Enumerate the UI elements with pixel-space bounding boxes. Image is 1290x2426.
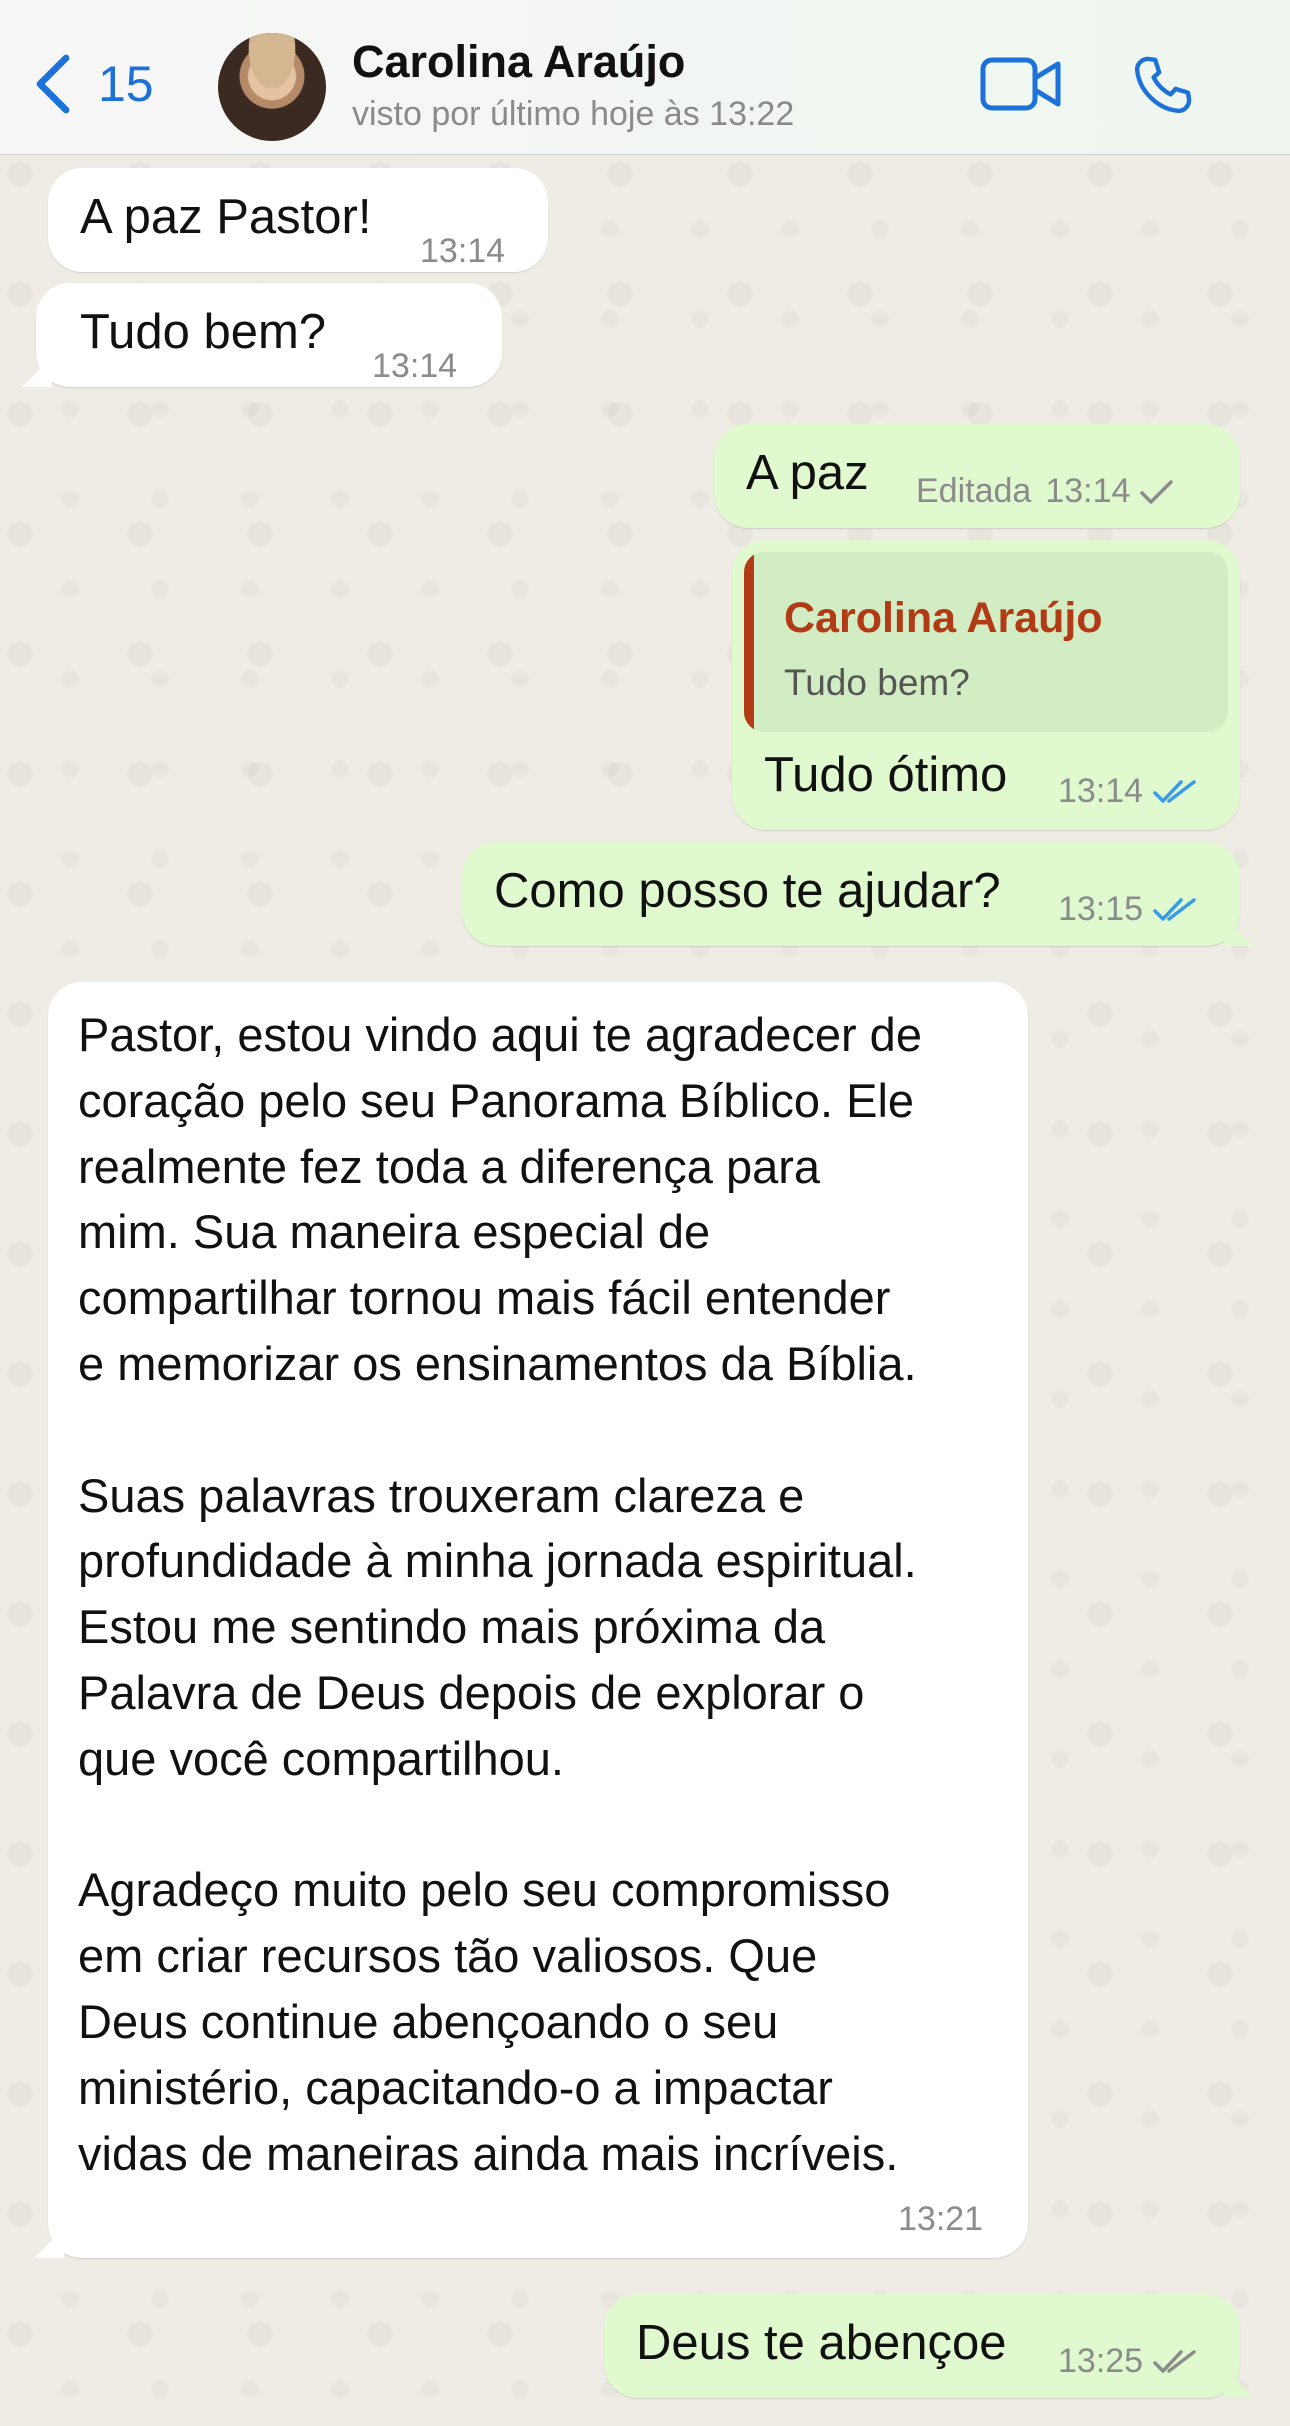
message-text: A paz bbox=[746, 446, 869, 500]
message-bubble-outgoing[interactable]: Como posso te ajudar? 13:15 bbox=[462, 842, 1254, 946]
time-label: 13:15 bbox=[1058, 890, 1144, 928]
message-text: Pastor, estou vindo aqui te agradecer de… bbox=[78, 1008, 922, 2180]
video-camera-icon bbox=[980, 57, 1061, 111]
message-time: 13:14 bbox=[372, 347, 457, 386]
back-button[interactable]: 15 bbox=[30, 52, 154, 116]
time-label: 13:14 bbox=[372, 347, 458, 385]
chat-header: 15 Carolina Araújo visto por último hoje… bbox=[0, 0, 1290, 155]
single-check-icon bbox=[1138, 477, 1176, 507]
message-time: 13:21 bbox=[898, 2200, 983, 2239]
message-meta: 13:14 bbox=[1058, 772, 1199, 811]
quote-accent-bar bbox=[744, 552, 754, 732]
double-check-icon bbox=[1151, 2347, 1199, 2377]
voice-call-button[interactable] bbox=[1130, 52, 1196, 118]
message-text: Tudo bem? bbox=[80, 305, 327, 359]
chevron-left-icon bbox=[36, 54, 70, 114]
double-check-icon bbox=[1151, 895, 1199, 925]
video-call-button[interactable] bbox=[980, 54, 1062, 114]
time-label: 13:14 bbox=[420, 232, 506, 270]
message-bubble-incoming[interactable]: Tudo bem? 13:14 bbox=[22, 283, 502, 387]
double-check-icon bbox=[1151, 777, 1199, 807]
time-label: 13:14 bbox=[1045, 472, 1131, 510]
time-label: 13:14 bbox=[1058, 772, 1144, 810]
time-label: 13:25 bbox=[1058, 2342, 1144, 2380]
message-text: Como posso te ajudar? bbox=[494, 864, 1001, 918]
message-text: Deus te abençoe bbox=[636, 2316, 1007, 2370]
message-bubble-outgoing[interactable]: Deus te abençoe 13:25 bbox=[604, 2294, 1254, 2398]
message-bubble-incoming[interactable]: A paz Pastor! 13:14 bbox=[48, 168, 548, 272]
message-text: Tudo ótimo bbox=[764, 748, 1008, 802]
message-bubble-outgoing[interactable]: A paz Editada 13:14 bbox=[714, 424, 1240, 528]
message-meta: 13:15 bbox=[1058, 890, 1199, 929]
quote-author: Carolina Araújo bbox=[784, 594, 1103, 642]
contact-name[interactable]: Carolina Araújo bbox=[352, 36, 685, 88]
message-meta: Editada 13:14 bbox=[916, 472, 1176, 511]
quoted-message[interactable]: Carolina Araújo Tudo bem? bbox=[744, 552, 1228, 732]
message-time: 13:14 bbox=[420, 232, 505, 271]
message-text: A paz Pastor! bbox=[80, 190, 372, 244]
unread-count: 15 bbox=[98, 56, 154, 112]
phone-icon bbox=[1134, 56, 1192, 114]
avatar[interactable] bbox=[218, 33, 326, 141]
edited-label: Editada bbox=[916, 472, 1032, 510]
message-bubble-outgoing[interactable]: Carolina Araújo Tudo bem? Tudo ótimo 13:… bbox=[732, 540, 1240, 830]
message-meta: 13:25 bbox=[1058, 2342, 1199, 2381]
time-label: 13:21 bbox=[898, 2200, 984, 2238]
contact-status: visto por último hoje às 13:22 bbox=[352, 95, 795, 133]
message-bubble-incoming[interactable]: Pastor, estou vindo aqui te agradecer de… bbox=[34, 982, 1028, 2258]
quote-text: Tudo bem? bbox=[784, 662, 970, 703]
